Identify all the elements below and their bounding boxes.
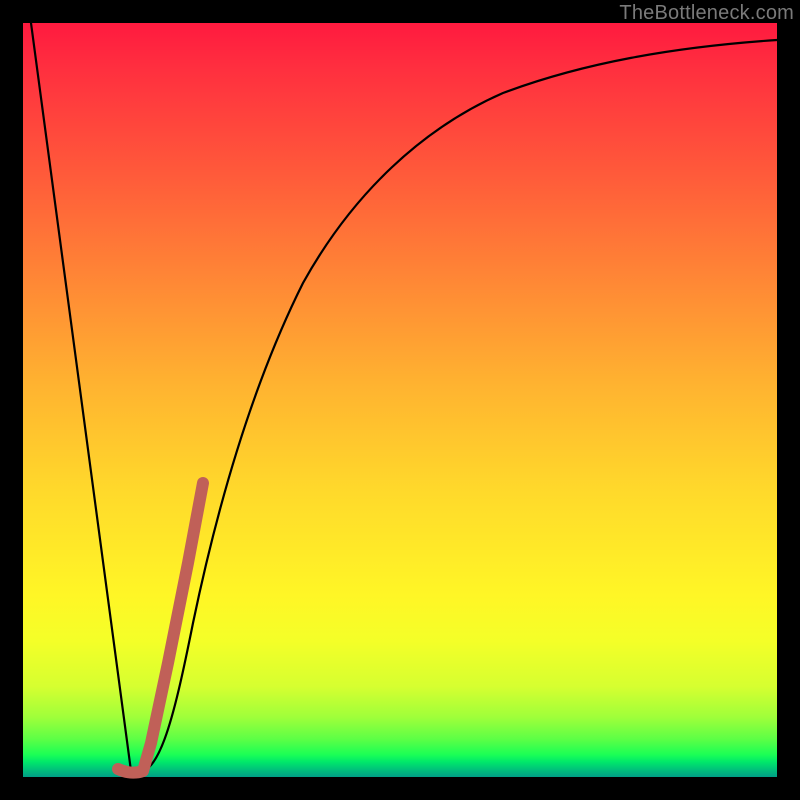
chart-frame: TheBottleneck.com	[0, 0, 800, 800]
plot-area	[23, 23, 777, 777]
highlight-segment	[118, 483, 203, 773]
chart-svg	[23, 23, 777, 777]
bottleneck-curve	[31, 23, 777, 773]
watermark-text: TheBottleneck.com	[619, 2, 794, 25]
